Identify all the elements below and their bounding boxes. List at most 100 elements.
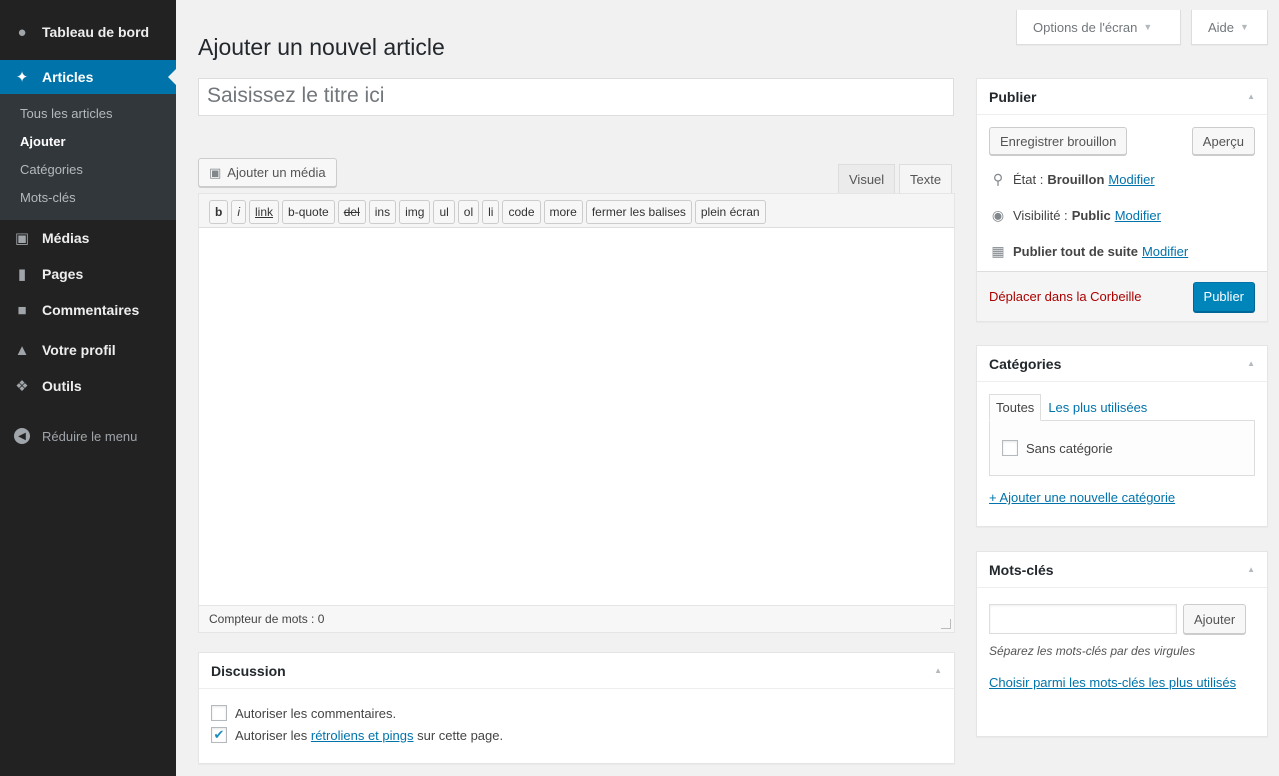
submenu-all-articles[interactable]: Tous les articles	[0, 100, 176, 128]
categories-title: Catégories	[989, 355, 1062, 372]
allow-pings-suffix: sur cette page.	[413, 727, 504, 743]
add-tag-button[interactable]: Ajouter	[1183, 604, 1247, 634]
submenu-categories[interactable]: Catégories	[0, 156, 176, 184]
add-media-button[interactable]: ▣ Ajouter un média	[198, 158, 337, 187]
help-label: Aide	[1208, 19, 1235, 35]
publish-header[interactable]: Publier ▲	[977, 79, 1267, 115]
qt-italic-button[interactable]: i	[231, 200, 247, 224]
submenu-tags[interactable]: Mots-clés	[0, 184, 176, 212]
content-textarea[interactable]	[199, 228, 954, 598]
submenu-add-new[interactable]: Ajouter	[0, 128, 176, 156]
categories-box: Catégories ▲ Toutes Les plus utilisées S…	[976, 345, 1268, 527]
help-tab[interactable]: Aide ▼	[1191, 10, 1268, 45]
menu-pages-label: Pages	[42, 266, 84, 282]
edit-status-link[interactable]: Modifier	[1108, 172, 1154, 187]
add-category-link[interactable]: + Ajouter une nouvelle catégorie	[989, 490, 1175, 505]
tab-popular-categories[interactable]: Les plus utilisées	[1041, 394, 1154, 421]
allow-pings-checkbox[interactable]: ✔	[211, 727, 227, 743]
qt-img-button[interactable]: img	[399, 200, 431, 224]
publish-title: Publier	[989, 88, 1037, 105]
new-tag-input[interactable]	[989, 604, 1177, 634]
qt-ol-button[interactable]: ol	[457, 200, 480, 224]
eye-icon: ◉	[991, 206, 1005, 223]
qt-del-button[interactable]: del	[337, 200, 366, 224]
word-count: Compteur de mots : 0	[209, 612, 325, 626]
allow-comments-checkbox[interactable]	[211, 705, 227, 721]
visibility-row: ◉ Visibilité : Public Modifier	[977, 197, 1267, 233]
menu-tools[interactable]: ❖ Outils	[0, 368, 176, 404]
tab-visual[interactable]: Visuel	[838, 164, 896, 194]
qt-bold-button[interactable]: b	[209, 200, 229, 224]
menu-pages[interactable]: ▮ Pages	[0, 256, 176, 292]
chevron-down-icon: ▼	[1143, 22, 1153, 32]
media-icon: ▣	[14, 230, 30, 247]
qt-blockquote-button[interactable]: b-quote	[282, 200, 335, 224]
calendar-icon: ▦	[991, 242, 1005, 259]
menu-media-label: Médias	[42, 230, 90, 246]
choose-popular-tags-link[interactable]: Choisir parmi les mots-clés les plus uti…	[989, 675, 1236, 690]
qt-ul-button[interactable]: ul	[433, 200, 455, 224]
trackbacks-link[interactable]: rétroliens et pings	[311, 728, 414, 743]
publish-box: Publier ▲ Enregistrer brouillon Aperçu ⚲…	[976, 78, 1268, 322]
qt-close-tags-button[interactable]: fermer les balises	[585, 200, 692, 224]
qt-code-button[interactable]: code	[502, 200, 541, 224]
category-checkbox[interactable]	[1002, 440, 1018, 456]
menu-articles-label: Articles	[42, 69, 94, 85]
discussion-box: Discussion ▲ Autoriser les commentaires.…	[198, 652, 955, 764]
screen-options-label: Options de l'écran	[1033, 19, 1138, 35]
pin-icon: ⚲	[992, 170, 1004, 187]
menu-articles[interactable]: ✦ Articles	[0, 60, 176, 94]
pin-icon: ✦	[15, 69, 29, 86]
admin-sidebar: ● Tableau de bord ✦ Articles Tous les ar…	[0, 0, 176, 776]
schedule-row: ▦ Publier tout de suite Modifier	[977, 233, 1267, 269]
collapse-menu-button[interactable]: ◀ Réduire le menu	[0, 418, 176, 454]
edit-visibility-link[interactable]: Modifier	[1115, 208, 1161, 223]
menu-comments[interactable]: ■ Commentaires	[0, 292, 176, 328]
collapse-toggle-icon[interactable]: ▲	[934, 666, 942, 675]
collapse-toggle-icon[interactable]: ▲	[1247, 565, 1255, 574]
screen-options-tab[interactable]: Options de l'écran ▼	[1016, 10, 1181, 45]
tags-title: Mots-clés	[989, 561, 1054, 578]
qt-ins-button[interactable]: ins	[368, 200, 397, 224]
collapse-toggle-icon[interactable]: ▲	[1247, 359, 1255, 368]
category-tabs: Toutes Les plus utilisées	[977, 394, 1267, 421]
articles-submenu: Tous les articles Ajouter Catégories Mot…	[0, 94, 176, 220]
save-draft-button[interactable]: Enregistrer brouillon	[989, 127, 1128, 155]
tab-text[interactable]: Texte	[899, 164, 953, 194]
qt-more-button[interactable]: more	[543, 200, 583, 224]
qt-fullscreen-button[interactable]: plein écran	[694, 200, 766, 224]
collapse-arrow-icon: ◀	[14, 428, 30, 444]
menu-dashboard[interactable]: ● Tableau de bord	[0, 14, 176, 50]
editor-statusbar: Compteur de mots : 0	[199, 605, 954, 632]
collapse-toggle-icon[interactable]: ▲	[1247, 92, 1255, 101]
qt-link-button[interactable]: link	[249, 200, 280, 224]
page-title: Ajouter un nouvel article	[198, 34, 445, 60]
allow-pings-prefix: Autoriser les	[235, 727, 311, 743]
categories-header[interactable]: Catégories ▲	[977, 346, 1267, 382]
tab-all-categories[interactable]: Toutes	[989, 394, 1042, 421]
add-media-label: Ajouter un média	[227, 165, 326, 180]
tags-header[interactable]: Mots-clés ▲	[977, 552, 1267, 588]
publish-button[interactable]: Publier	[1192, 281, 1255, 312]
post-title-input[interactable]: Saisissez le titre ici	[198, 78, 954, 116]
tags-box: Mots-clés ▲ Ajouter Séparez les mots-clé…	[976, 551, 1268, 737]
wrench-icon: ❖	[15, 378, 29, 395]
edit-schedule-link[interactable]: Modifier	[1142, 244, 1188, 259]
move-to-trash-link[interactable]: Déplacer dans la Corbeille	[989, 289, 1141, 304]
qt-li-button[interactable]: li	[482, 200, 500, 224]
chevron-down-icon: ▼	[1240, 22, 1249, 32]
tags-hint: Séparez les mots-clés par des virgules	[989, 644, 1196, 658]
category-list: Sans catégorie	[989, 420, 1255, 476]
menu-media[interactable]: ▣ Médias	[0, 220, 176, 256]
user-icon: ▲	[14, 341, 30, 359]
status-value: Brouillon	[1047, 171, 1105, 187]
discussion-header[interactable]: Discussion ▲	[199, 653, 954, 689]
pages-icon: ▮	[17, 266, 27, 283]
comment-icon: ■	[17, 301, 27, 319]
text-editor: b i link b-quote del ins img ul ol li co…	[198, 193, 955, 633]
media-icon: ▣	[209, 164, 222, 180]
preview-button[interactable]: Aperçu	[1191, 127, 1255, 155]
menu-profile[interactable]: ▲ Votre profil	[0, 332, 176, 368]
status-row: ⚲ État : Brouillon Modifier	[977, 161, 1267, 197]
resize-handle[interactable]	[941, 619, 951, 629]
